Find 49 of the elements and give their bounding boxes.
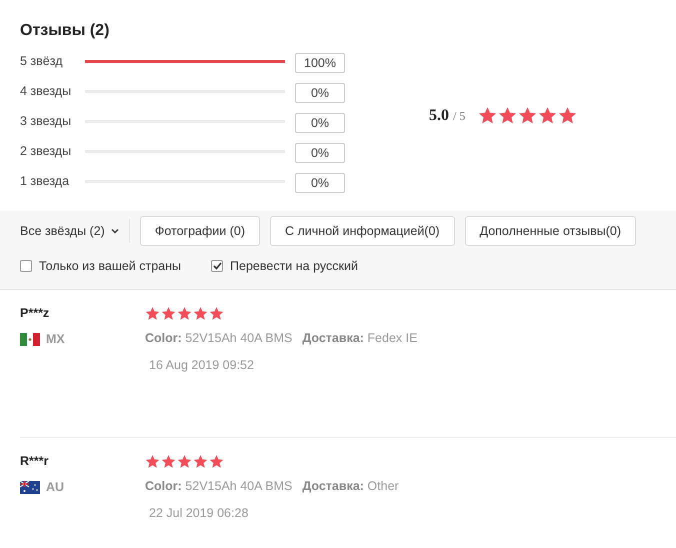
star-icon	[145, 454, 160, 469]
star-filter-dropdown[interactable]: Все звёзды (2)	[20, 219, 130, 243]
star-icon	[193, 306, 208, 321]
filter-button[interactable]: Фотографии (0)	[140, 216, 260, 246]
star-icon	[518, 106, 538, 125]
star-icon	[209, 454, 224, 469]
checkbox[interactable]	[20, 260, 32, 272]
percent-badge: 0%	[295, 113, 345, 133]
star-icon	[209, 306, 224, 321]
country-code: MX	[46, 331, 65, 348]
star-level-label: 3 звезды	[20, 112, 72, 130]
percent-badge: 0%	[295, 143, 345, 163]
product-variant: Color: 52V15Ah 40A BMS	[145, 330, 292, 347]
product-variant: Color: 52V15Ah 40A BMS	[145, 478, 292, 495]
filter-button[interactable]: С личной информацией(0)	[270, 216, 455, 246]
percent-badge: 0%	[295, 173, 345, 193]
star-icon	[558, 106, 578, 125]
review-date: 22 Jul 2019 06:28	[149, 504, 250, 522]
shipping-method: Доставка: Other	[302, 478, 399, 495]
reviewer-name: R***r	[20, 453, 50, 469]
star-icon	[161, 306, 176, 321]
checkbox-label: Перевести на русский	[230, 258, 358, 275]
country-code: AU	[46, 479, 64, 496]
score-scale: / 5	[453, 108, 466, 124]
star-icon	[177, 306, 192, 321]
star-icon	[478, 106, 498, 125]
filter-button[interactable]: Дополненные отзывы(0)	[464, 216, 636, 246]
flag-icon	[20, 480, 40, 494]
star-icon	[498, 106, 518, 125]
star-icon	[177, 454, 192, 469]
percent-badge: 0%	[295, 83, 345, 103]
star-level-label: 4 звезды	[20, 82, 72, 100]
review-date: 16 Aug 2019 09:52	[149, 356, 255, 374]
percent-badge: 100%	[295, 53, 345, 73]
flag-icon	[20, 332, 40, 346]
reviewer-name: P***z	[20, 305, 50, 321]
star-level-label: 5 звёзд	[20, 52, 64, 70]
star-level-label: 1 звезда	[20, 172, 70, 190]
average-score: 5.0	[429, 106, 449, 126]
section-title: Отзывы (2)	[20, 21, 110, 41]
shipping-method: Доставка: Fedex IE	[302, 330, 418, 347]
star-icon	[538, 106, 558, 125]
star-icon	[145, 306, 160, 321]
star-icon	[161, 454, 176, 469]
star-icon	[193, 454, 208, 469]
star-level-label: 2 звезды	[20, 142, 72, 160]
chevron-down-icon	[110, 228, 119, 234]
checkbox[interactable]	[211, 260, 224, 272]
checkbox-label: Только из вашей страны	[39, 258, 182, 275]
